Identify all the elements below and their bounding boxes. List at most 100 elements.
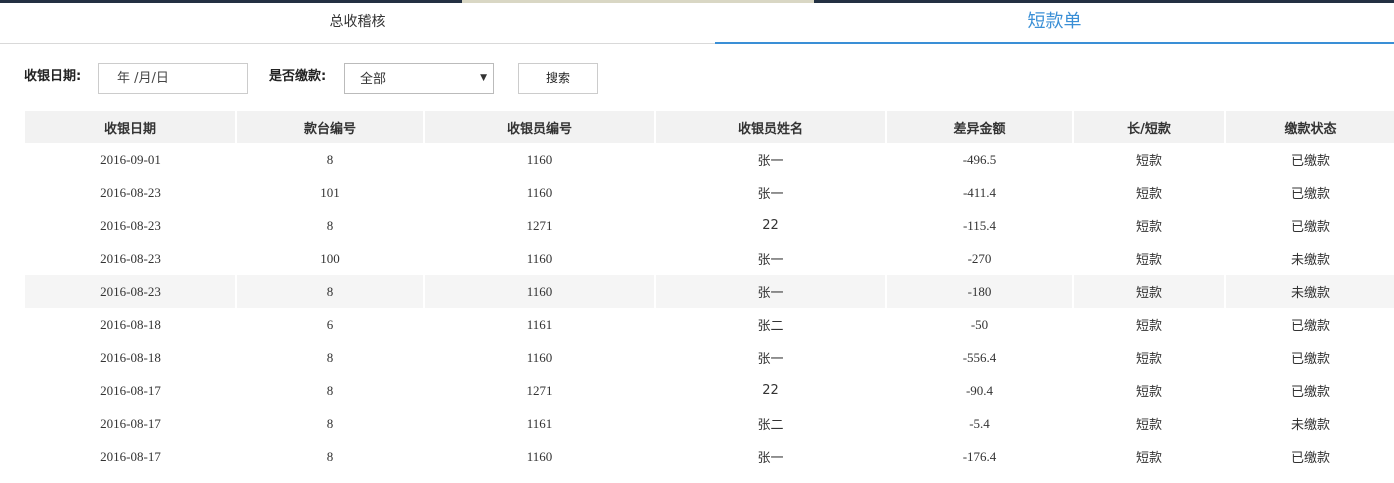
cell-payment-status: 未缴款 [1290,253,1330,268]
date-filter-label: 收银日期: [24,69,82,84]
chevron-down-icon: ▼ [480,73,487,83]
cell-diff-amount: -5.4 [969,415,990,431]
cell-long-short: 短款 [1135,187,1162,202]
cell-diff-amount: -90.4 [965,382,994,398]
cell-cashier-name: 张一 [757,451,784,466]
cell-cashier-id: 1160 [526,349,553,365]
cell-date[interactable]: 2016-08-23 [25,242,236,275]
cell-diff-amount: -176.4 [962,448,997,464]
header-cashier-name: 收银员姓名 [654,111,886,143]
table-body: 2016-09-01 8 1160 张一 -496.5 短款 已缴款 2016-08-23 10… [25,143,1394,473]
cell-date[interactable]: 2016-08-18 [25,308,236,341]
cell-cashier-id: 1161 [526,415,553,431]
cell-payment-status: 已缴款 [1290,220,1330,235]
cell-cashier-name: 张二 [757,418,784,433]
short-payment-table: 收银日期 款台编号 收银员编号 收银员姓名 差异金额 长/短款 缴款状态 201… [24,111,1394,473]
table-row: 2016-08-17 8 1161 张二 -5.4 短款 未缴款 [25,407,1394,440]
cell-cashier-id: 1160 [526,184,553,200]
table-header-row: 收银日期 款台编号 收银员编号 收银员姓名 差异金额 长/短款 缴款状态 [25,111,1394,143]
cell-date[interactable]: 2016-08-23 [25,176,236,209]
cell-long-short: 短款 [1135,385,1162,400]
cell-date[interactable]: 2016-08-17 [25,407,236,440]
table-row: 2016-08-23 8 1160 张一 -180 短款 未缴款 [25,275,1394,308]
cell-date[interactable]: 2016-08-23 [25,209,236,242]
cell-date[interactable]: 2016-08-17 [25,440,236,473]
cell-cashier-id: 1160 [526,151,553,167]
cell-cashier-id: 1271 [526,382,553,398]
cell-long-short: 短款 [1135,418,1162,433]
table-row: 2016-09-01 8 1160 张一 -496.5 短款 已缴款 [25,143,1394,176]
table-row: 2016-08-18 6 1161 张二 -50 短款 已缴款 [25,308,1394,341]
cell-diff-amount: -411.4 [962,184,997,200]
cell-cashier-name: 22 [762,218,779,233]
cell-date[interactable]: 2016-09-01 [25,143,236,176]
cell-long-short: 短款 [1135,451,1162,466]
cell-cashier-name: 张一 [757,187,784,202]
search-button[interactable]: 搜索 [518,63,598,94]
cell-payment-status: 已缴款 [1290,451,1330,466]
cell-counter: 8 [326,349,334,365]
cell-diff-amount: -556.4 [962,349,997,365]
table-row: 2016-08-18 8 1160 张一 -556.4 短款 已缴款 [25,341,1394,374]
payment-status-value: 全部 [360,72,387,87]
cell-long-short: 短款 [1135,154,1162,169]
tab-total-audit[interactable]: 总收稽核 [0,3,715,43]
header-cashier-date: 收银日期 [25,111,236,143]
header-diff-amount: 差异金额 [885,111,1073,143]
header-payment-status: 缴款状态 [1224,111,1394,143]
tab-short-payment[interactable]: 短款单 [715,3,1394,44]
cell-cashier-name: 张一 [757,154,784,169]
cell-date[interactable]: 2016-08-17 [25,374,236,407]
header-long-short: 长/短款 [1072,111,1225,143]
table-row: 2016-08-23 100 1160 张一 -270 短款 未缴款 [25,242,1394,275]
cell-payment-status: 已缴款 [1290,319,1330,334]
cell-cashier-name: 张一 [757,352,784,367]
cell-long-short: 短款 [1135,220,1162,235]
cell-long-short: 短款 [1135,253,1162,268]
cell-cashier-id: 1161 [526,316,553,332]
cell-payment-status: 未缴款 [1224,275,1394,308]
cell-date[interactable]: 2016-08-18 [25,341,236,374]
cell-counter: 8 [326,217,334,233]
cell-cashier-id: 1160 [423,275,655,308]
table-row: 2016-08-17 8 1160 张一 -176.4 短款 已缴款 [25,440,1394,473]
cell-cashier-name: 22 [762,383,779,398]
cell-counter: 8 [326,382,334,398]
cell-counter: 8 [326,448,334,464]
cell-cashier-name: 张一 [757,253,784,268]
cell-cashier-id: 1271 [526,217,553,233]
payment-filter-label: 是否缴款: [269,69,327,84]
cell-counter: 6 [326,316,334,332]
filter-bar: 收银日期: 年 /月/日 是否缴款: 全部 ▼ 搜索 [0,62,1394,96]
cell-payment-status: 未缴款 [1290,418,1330,433]
cell-diff-amount: -50 [970,316,989,332]
header-counter-no: 款台编号 [235,111,424,143]
cell-counter: 101 [320,184,340,200]
table-row: 2016-08-23 101 1160 张一 -411.4 短款 已缴款 [25,176,1394,209]
cell-cashier-id: 1160 [526,448,553,464]
header-cashier-id: 收银员编号 [423,111,655,143]
cell-diff-amount: -115.4 [962,217,997,233]
cell-payment-status: 已缴款 [1290,385,1330,400]
cell-payment-status: 已缴款 [1290,154,1330,169]
cell-diff-amount: -496.5 [962,151,997,167]
cell-diff-amount: -270 [967,250,992,266]
cell-counter: 100 [320,250,340,266]
payment-status-select[interactable]: 全部 ▼ [344,63,494,94]
cell-counter: 8 [326,151,334,167]
table-row: 2016-08-23 8 1271 22 -115.4 短款 已缴款 [25,209,1394,242]
cell-long-short: 短款 [1135,352,1162,367]
table-row: 2016-08-17 8 1271 22 -90.4 短款 已缴款 [25,374,1394,407]
cell-cashier-name: 张一 [654,275,886,308]
cell-cashier-id: 1160 [526,250,553,266]
tab-bar: 总收稽核 短款单 [0,3,1394,44]
date-input[interactable]: 年 /月/日 [98,63,248,94]
date-input-placeholder: 年 /月/日 [117,71,169,86]
cell-date[interactable]: 2016-08-23 [25,275,236,308]
cell-counter: 8 [326,415,334,431]
cell-payment-status: 已缴款 [1290,187,1330,202]
cell-cashier-name: 张二 [757,319,784,334]
cell-long-short: 短款 [1135,319,1162,334]
cell-payment-status: 已缴款 [1290,352,1330,367]
cell-diff-amount: -180 [885,275,1073,308]
